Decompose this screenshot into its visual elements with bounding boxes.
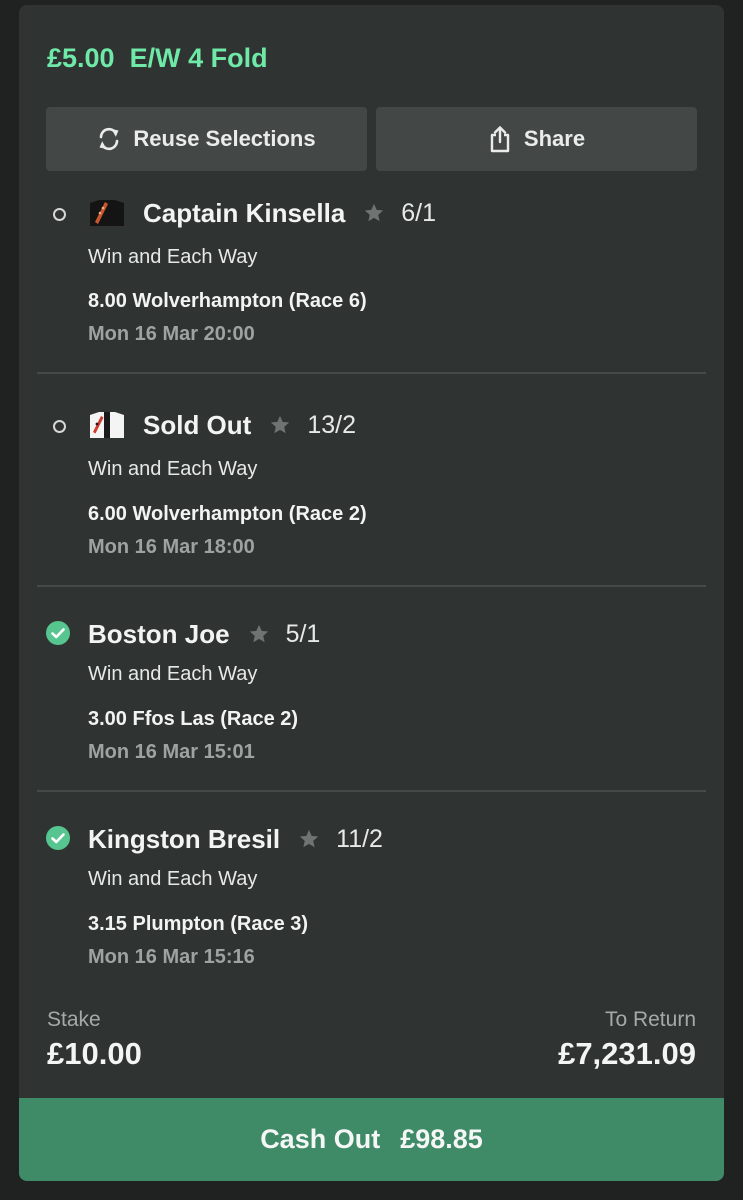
bet-type: E/W 4 Fold [129,43,268,73]
share-icon [490,126,510,153]
market-type: Win and Each Way [88,458,258,480]
race-event: 8.00 Wolverhampton (Race 6) [88,290,367,312]
cash-out-amount: £98.85 [400,1124,483,1154]
reuse-selections-button[interactable]: Reuse Selections [46,107,367,171]
star-icon[interactable] [269,414,291,436]
bet-header: £5.00 E/W 4 Fold [47,43,268,74]
pending-status-icon [46,413,70,437]
race-event: 3.15 Plumpton (Race 3) [88,913,309,935]
reuse-selections-label: Reuse Selections [133,126,316,151]
bet-actions: Reuse Selections Share [46,107,697,171]
race-event: 6.00 Wolverhampton (Race 2) [88,503,367,525]
odds: 6/1 [401,198,437,227]
to-return-value: £7,231.09 [558,1036,696,1071]
jockey-silks-icon [90,412,124,438]
odds: 5/1 [285,619,321,648]
star-icon[interactable] [363,202,385,224]
stake-value: £10.00 [47,1036,142,1071]
pending-status-icon [46,201,70,225]
to-return-label: To Return [604,1008,696,1031]
bet-card: £5.00 E/W 4 Fold Reuse Selections Share [19,5,724,1181]
share-label: Share [523,126,586,151]
star-icon[interactable] [248,623,270,645]
race-time: Mon 16 Mar 15:01 [88,741,255,763]
race-time: Mon 16 Mar 20:00 [88,323,255,345]
check-circle-icon [46,826,70,850]
cash-out-button[interactable]: Cash Out £98.85 [19,1098,724,1181]
race-event: 3.00 Ffos Las (Race 2) [88,708,299,730]
market-type: Win and Each Way [88,246,258,268]
check-circle-icon [46,621,70,645]
horse-name: Kingston Bresil [88,823,281,854]
jockey-silks-icon [90,200,124,226]
bet-stake: £5.00 [47,43,115,73]
race-time: Mon 16 Mar 18:00 [88,536,255,558]
race-time: Mon 16 Mar 15:16 [88,946,255,968]
odds: 13/2 [307,410,356,439]
divider [37,790,706,792]
market-type: Win and Each Way [88,868,258,890]
refresh-icon [99,127,119,151]
horse-name: Sold Out [143,409,252,440]
cash-out-label: Cash Out [260,1124,381,1154]
divider [37,372,706,374]
odds: 11/2 [336,824,383,853]
horse-name: Boston Joe [88,618,230,649]
star-icon[interactable] [298,828,320,850]
horse-name: Captain Kinsella [143,197,346,228]
stake-label: Stake [47,1008,101,1031]
divider [37,585,706,587]
market-type: Win and Each Way [88,663,258,685]
share-button[interactable]: Share [376,107,697,171]
